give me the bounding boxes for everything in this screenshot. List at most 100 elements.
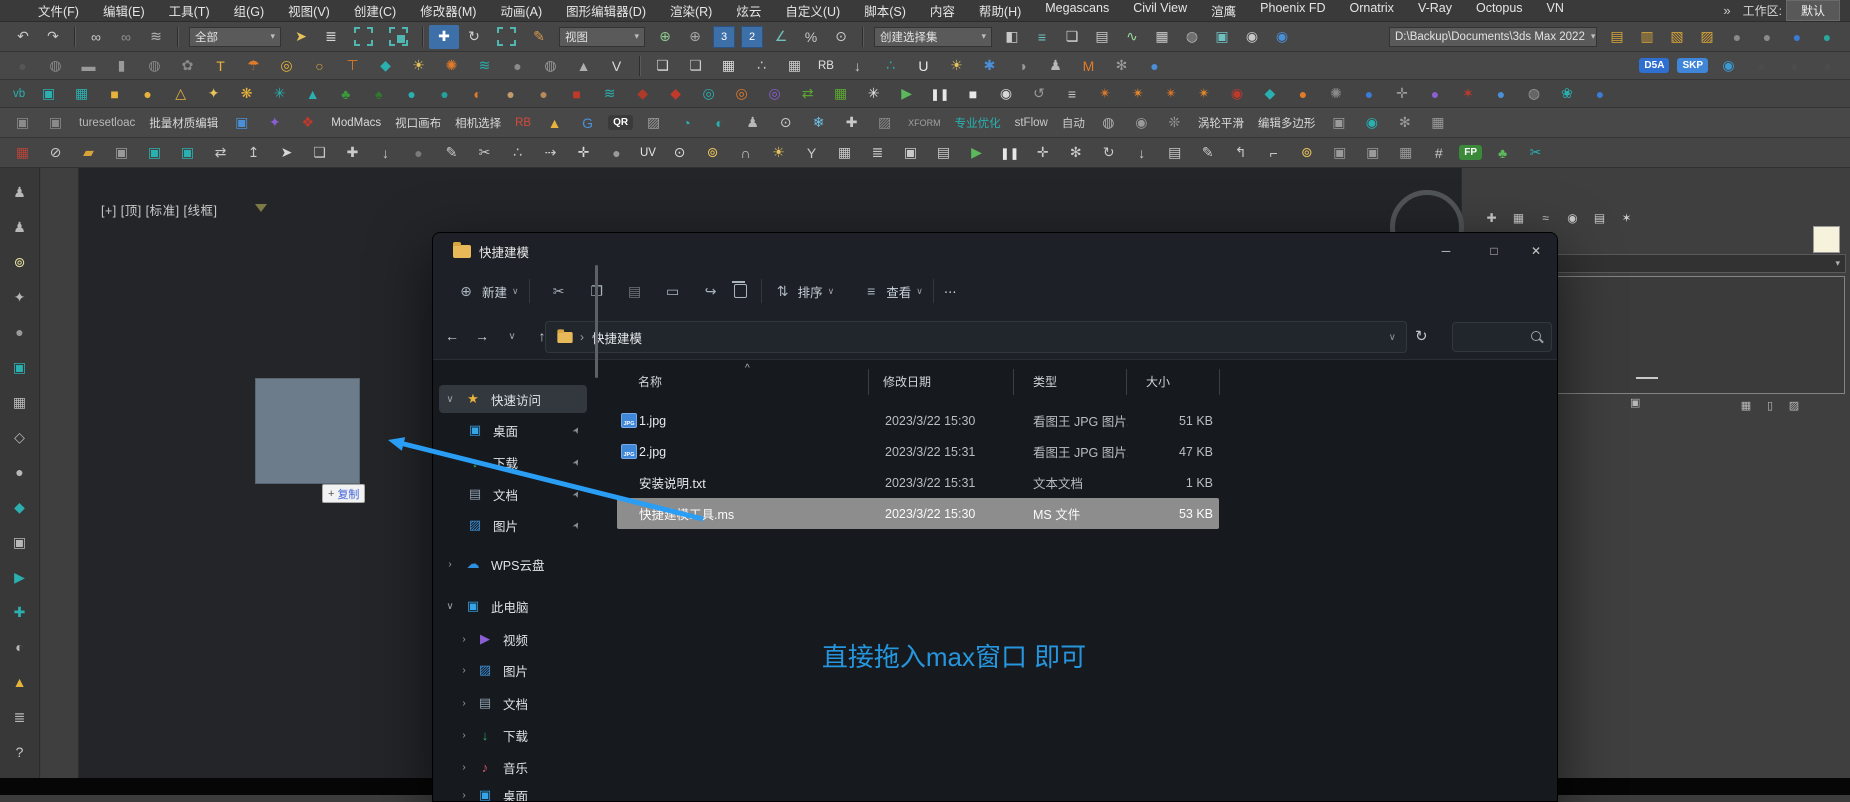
toolbar-icon[interactable]: ↥ [237,141,270,165]
toolbar-icon[interactable]: ♟ [736,111,769,135]
toolbar-icon[interactable]: ♣ [1486,141,1519,165]
toolbar-icon[interactable]: ✎ [435,141,468,165]
toolbar-icon[interactable]: ❄ [802,111,835,135]
toolbar-icon[interactable]: ♟ [1039,54,1072,78]
chevron-right-icon[interactable]: › [457,730,471,741]
sidebar-item-视频[interactable]: ›▶视频 [439,625,587,653]
toolbar-icon[interactable]: Y [795,141,828,165]
toolbar-icon[interactable]: ⊚ [8,250,32,274]
toolbar-text-button[interactable]: ❚❚ [993,146,1026,160]
column-header-大小[interactable]: 大小 [1146,373,1170,397]
menu-item[interactable]: Civil View [1121,1,1199,20]
sidebar-item-文档[interactable]: ▤文档➤ [439,480,587,508]
toolbar-icon[interactable]: ▣ [8,355,32,379]
toolbar-icon[interactable]: ▨ [868,111,901,135]
toolbar-icon[interactable]: ● [1745,54,1778,78]
toolbar-icon[interactable]: ↻ [459,25,489,49]
toolbar-icon[interactable]: ▣ [1207,25,1237,49]
color-swatch[interactable] [1813,226,1840,253]
toolbar-icon[interactable]: ♣ [329,82,362,106]
toolbar-icon[interactable]: ✎ [1191,141,1224,165]
toolbar-icon[interactable]: ≣ [861,141,894,165]
toolbar-icon[interactable]: ◆ [369,54,402,78]
menu-item[interactable]: 脚本(S) [852,1,918,20]
toolbar-overflow-icon[interactable]: » [1715,3,1738,18]
toolbar-icon[interactable]: ▦ [1389,141,1422,165]
toolbar-icon[interactable]: ◉ [1237,25,1267,49]
toolbar-icon[interactable]: ✴ [1121,82,1154,106]
toolbar-icon[interactable]: ● [1418,82,1451,106]
toolbar-icon[interactable]: ● [1484,82,1517,106]
toolbar-icon[interactable]: ● [8,460,32,484]
toolbar-icon[interactable]: ≣ [8,705,32,729]
toolbar-icon[interactable]: ● [1138,54,1171,78]
toolbar-icon[interactable]: U [907,54,940,78]
toolbar-icon[interactable]: ☀ [762,141,795,165]
toolbar-icon[interactable]: ● [1286,82,1319,106]
chevron-right-icon[interactable]: › [457,665,471,676]
toolbar-icon[interactable]: ≡ [1027,25,1057,49]
toolbar-icon[interactable]: ☂ [237,54,270,78]
sidebar-item-文档[interactable]: ›▤文档 [439,689,587,717]
toolbar-icon[interactable]: ◉ [1220,82,1253,106]
rename-icon[interactable]: ▭ [662,280,684,302]
toolbar-icon[interactable]: ✛ [1385,82,1418,106]
toolbar-icon[interactable]: ↶ [8,25,38,49]
marquee-select-icon[interactable] [497,27,516,46]
viewport-label[interactable]: [+] [顶] [标准] [线框] [101,200,218,219]
toolbar-icon[interactable]: ∞ [111,25,141,49]
toolbar-badge-button[interactable]: SKP [1677,58,1708,73]
toolbar-icon[interactable]: ❏ [303,141,336,165]
toolbar-icon[interactable]: ▤ [1602,25,1632,49]
toolbar-icon[interactable]: ⌐ [1257,141,1290,165]
toolbar-icon[interactable]: △ [164,82,197,106]
toolbar-icon[interactable]: ▨ [637,111,670,135]
toolbar-icon[interactable]: ▦ [1734,396,1758,414]
toolbar-badge-button[interactable]: D5A [1639,58,1669,73]
toolbar-text-button[interactable]: vb [6,88,32,100]
toolbar-icon[interactable]: ↓ [1125,141,1158,165]
toolbar-icon[interactable]: ♠ [362,82,395,106]
toolbar-icon[interactable]: ➤ [270,141,303,165]
column-separator[interactable] [868,369,869,395]
toolbar-icon[interactable]: ❋ [230,82,263,106]
toolbar-icon[interactable]: ❏ [646,54,679,78]
toolbar-icon[interactable]: ▯ [1758,396,1782,414]
toolbar-text-button[interactable]: UV [633,147,663,159]
toolbar-text-button[interactable]: 编辑多边形 [1251,115,1323,131]
file-row[interactable]: JPG2.jpg2023/3/22 15:31看图王 JPG 图片...47 K… [617,436,1219,467]
file-row[interactable]: 安装说明.txt2023/3/22 15:31文本文档1 KB [617,467,1219,498]
menu-item[interactable]: 修改器(M) [408,1,488,20]
column-header-类型[interactable]: 类型 [1033,373,1057,397]
toolbar-icon[interactable]: ● [1778,54,1811,78]
toolbar-icon[interactable]: ◉ [1267,25,1297,49]
chevron-right-icon[interactable]: › [457,698,471,709]
toolbar-icon[interactable]: ▤ [1087,25,1117,49]
toolbar-icon[interactable]: ≋ [468,54,501,78]
toolbar-icon[interactable]: ▲ [8,670,32,694]
sidebar-item-下载[interactable]: ↓下载➤ [439,448,587,476]
toolbar-icon[interactable]: ◉ [1355,111,1388,135]
toolbar-text-button[interactable]: turesetloac [72,117,142,129]
toolbar-icon[interactable]: ● [428,82,461,106]
toolbar-icon[interactable]: ▣ [1323,141,1356,165]
toolbar-icon[interactable]: ▦ [778,54,811,78]
chevron-down-icon[interactable]: ∨ [443,601,457,612]
view-button[interactable]: ≡ 查看 ∨ [860,280,923,302]
toolbar-icon[interactable]: ☀ [940,54,973,78]
toolbar-icon[interactable]: ♟ [8,180,32,204]
toolbar-icon[interactable]: ◑ [1006,54,1039,78]
toolbar-icon[interactable]: ✻ [1388,111,1421,135]
toolbar-icon[interactable]: ◧ [997,25,1027,49]
toolbar-icon[interactable]: ❏ [679,54,712,78]
toolbar-icon[interactable]: ◐ [703,111,736,135]
toolbar-icon[interactable]: ↷ [38,25,68,49]
toolbar-icon[interactable]: ■ [98,82,131,106]
filter-icon[interactable] [255,204,267,212]
toolbar-icon[interactable]: ❖ [291,111,324,135]
sidebar-section-WPS云盘[interactable]: ›☁WPS云盘 [439,550,587,578]
toolbar-text-button[interactable]: 批量材质编辑 [142,115,225,131]
toolbar-icon[interactable]: ✳ [263,82,296,106]
toolbar-icon[interactable]: ▣ [105,141,138,165]
toolbar-icon[interactable]: ▬ [72,54,105,78]
